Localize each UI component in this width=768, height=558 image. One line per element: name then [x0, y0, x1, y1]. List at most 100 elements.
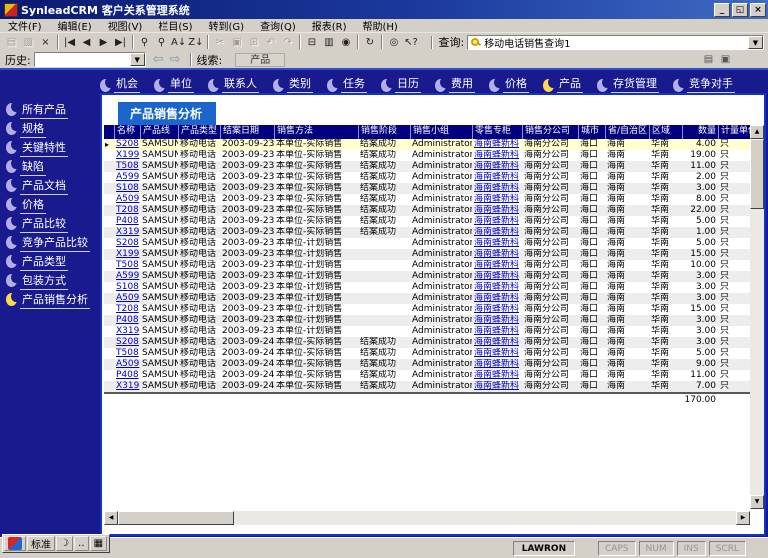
ime-punctuation-icon[interactable]: ‥: [74, 536, 89, 551]
table-row[interactable]: P408 SAMSUNG 移动电话 2003-09-23 本单位-计划销售 Ad…: [104, 315, 750, 326]
retail-counter-link[interactable]: 海南蜂新科: [472, 370, 522, 381]
product-name-link[interactable]: A509: [114, 194, 140, 205]
retail-counter-link[interactable]: 海南蜂新科: [472, 172, 522, 183]
toolbar-icon[interactable]: ▣: [717, 52, 734, 68]
retail-counter-link[interactable]: 海南蜂新科: [472, 359, 522, 370]
tab[interactable]: 存货管理: [597, 75, 659, 93]
table-row[interactable]: A509 SAMSUNG 移动电话 2003-09-24 本单位-实际销售 结案…: [104, 359, 750, 370]
sidebar-item[interactable]: 价格: [6, 195, 100, 214]
sidebar-item[interactable]: 产品比较: [6, 214, 100, 233]
retail-counter-link[interactable]: 海南蜂新科: [472, 249, 522, 260]
retail-counter-link[interactable]: 海南蜂新科: [472, 183, 522, 194]
tab[interactable]: 竞争对手: [673, 75, 735, 93]
table-row[interactable]: A509 SAMSUNG 移动电话 2003-09-23 本单位-实际销售 结案…: [104, 194, 750, 205]
product-name-link[interactable]: T508: [114, 260, 140, 271]
sidebar-item[interactable]: 缺陷: [6, 157, 100, 176]
sidebar-item[interactable]: 所有产品: [6, 100, 100, 119]
tab[interactable]: 机会: [100, 75, 140, 93]
toolbar-icon[interactable]: ⚲: [153, 34, 170, 50]
minimize-button[interactable]: _: [714, 3, 730, 17]
query-combobox[interactable]: 移动电话销售查询1 ▼: [467, 35, 764, 50]
query-dropdown-arrow[interactable]: ▼: [748, 36, 763, 49]
history-combobox[interactable]: ▼: [34, 52, 146, 67]
toolbar-icon[interactable]: ▤: [700, 52, 717, 68]
tab[interactable]: 价格: [489, 75, 529, 93]
column-header[interactable]: 省/自治区: [605, 125, 649, 139]
retail-counter-link[interactable]: 海南蜂新科: [472, 293, 522, 304]
retail-counter-link[interactable]: 海南蜂新科: [472, 315, 522, 326]
scroll-right-icon[interactable]: ▶: [736, 511, 750, 525]
vertical-scrollbar[interactable]: ▲ ▼: [750, 125, 764, 509]
retail-counter-link[interactable]: 海南蜂新科: [472, 161, 522, 172]
column-header[interactable]: 名称: [114, 125, 140, 139]
toolbar-icon[interactable]: [378, 34, 385, 50]
tab[interactable]: 费用: [435, 75, 475, 93]
menu-item[interactable]: 视图(V): [100, 18, 151, 33]
column-header[interactable]: 销售阶段: [358, 125, 410, 139]
column-header[interactable]: 产品线: [140, 125, 178, 139]
scroll-down-icon[interactable]: ▼: [750, 495, 764, 509]
product-name-link[interactable]: A599: [114, 271, 140, 282]
tab[interactable]: 日历: [381, 75, 421, 93]
table-row[interactable]: S208 SAMSUNG 移动电话 2003-09-24 本单位-实际销售 结案…: [104, 337, 750, 348]
product-name-link[interactable]: X319: [114, 381, 140, 392]
product-name-link[interactable]: P408: [114, 216, 140, 227]
table-row[interactable]: ▸ S208 SAMSUNG 移动电话 2003-09-23 本单位-实际销售 …: [104, 139, 750, 150]
ime-mode-label[interactable]: 标准: [27, 536, 55, 551]
tab[interactable]: 单位: [154, 75, 194, 93]
tab[interactable]: 类别: [273, 75, 313, 93]
clue-value-box[interactable]: 产品: [235, 53, 285, 67]
column-header[interactable]: 销售方法: [274, 125, 358, 139]
menu-item[interactable]: 栏目(S): [150, 18, 200, 33]
table-row[interactable]: P408 SAMSUNG 移动电话 2003-09-24 本单位-实际销售 结案…: [104, 370, 750, 381]
close-button[interactable]: ×: [750, 3, 766, 17]
retail-counter-link[interactable]: 海南蜂新科: [472, 205, 522, 216]
product-name-link[interactable]: S108: [114, 183, 140, 194]
sidebar-item[interactable]: 产品类型: [6, 252, 100, 271]
ime-logo-icon[interactable]: [4, 536, 26, 551]
toolbar-icon[interactable]: ▧: [20, 34, 37, 50]
vertical-scroll-thumb[interactable]: [750, 139, 764, 209]
table-row[interactable]: T208 SAMSUNG 移动电话 2003-09-23 本单位-实际销售 结案…: [104, 205, 750, 216]
table-row[interactable]: A599 SAMSUNG 移动电话 2003-09-23 本单位-计划销售 Ad…: [104, 271, 750, 282]
toolbar-icon[interactable]: ↶: [262, 34, 279, 50]
scroll-up-icon[interactable]: ▲: [750, 125, 764, 139]
menu-item[interactable]: 转到(G): [201, 18, 253, 33]
retail-counter-link[interactable]: 海南蜂新科: [472, 326, 522, 337]
toolbar-icon[interactable]: ⊞: [245, 34, 262, 50]
tab[interactable]: 产品: [543, 75, 583, 93]
retail-counter-link[interactable]: 海南蜂新科: [472, 260, 522, 271]
product-name-link[interactable]: S208: [114, 139, 140, 150]
retail-counter-link[interactable]: 海南蜂新科: [472, 271, 522, 282]
retail-counter-link[interactable]: 海南蜂新科: [472, 304, 522, 315]
toolbar-icon[interactable]: [354, 34, 361, 50]
product-name-link[interactable]: X319: [114, 227, 140, 238]
tab[interactable]: 联系人: [208, 75, 259, 93]
product-name-link[interactable]: T208: [114, 205, 140, 216]
column-header[interactable]: 产品类型: [178, 125, 220, 139]
retail-counter-link[interactable]: 海南蜂新科: [472, 282, 522, 293]
column-header[interactable]: 计量单位: [718, 125, 750, 139]
ime-halfwidth-icon[interactable]: ☽: [56, 536, 73, 551]
retail-counter-link[interactable]: 海南蜂新科: [472, 348, 522, 359]
toolbar-icon[interactable]: [204, 34, 211, 50]
product-name-link[interactable]: A599: [114, 172, 140, 183]
column-header[interactable]: 结案日期: [220, 125, 274, 139]
toolbar-icon[interactable]: ▣: [228, 34, 245, 50]
toolbar-icon[interactable]: ×: [37, 34, 54, 50]
column-header[interactable]: 城市: [578, 125, 605, 139]
toolbar-icon[interactable]: ⊟: [303, 34, 320, 50]
sidebar-item[interactable]: 产品销售分析: [6, 290, 100, 309]
table-row[interactable]: T508 SAMSUNG 移动电话 2003-09-24 本单位-实际销售 结案…: [104, 348, 750, 359]
product-name-link[interactable]: P408: [114, 370, 140, 381]
table-row[interactable]: P408 SAMSUNG 移动电话 2003-09-23 本单位-实际销售 结案…: [104, 216, 750, 227]
product-name-link[interactable]: T208: [114, 304, 140, 315]
toolbar-icon[interactable]: ▶|: [112, 34, 129, 50]
retail-counter-link[interactable]: 海南蜂新科: [472, 150, 522, 161]
sidebar-item[interactable]: 包装方式: [6, 271, 100, 290]
retail-counter-link[interactable]: 海南蜂新科: [472, 216, 522, 227]
table-row[interactable]: X319 SAMSUNG 移动电话 2003-09-23 本单位-实际销售 结案…: [104, 227, 750, 238]
table-row[interactable]: S108 SAMSUNG 移动电话 2003-09-23 本单位-实际销售 结案…: [104, 183, 750, 194]
table-row[interactable]: S108 SAMSUNG 移动电话 2003-09-23 本单位-计划销售 Ad…: [104, 282, 750, 293]
menu-item[interactable]: 编辑(E): [50, 18, 100, 33]
